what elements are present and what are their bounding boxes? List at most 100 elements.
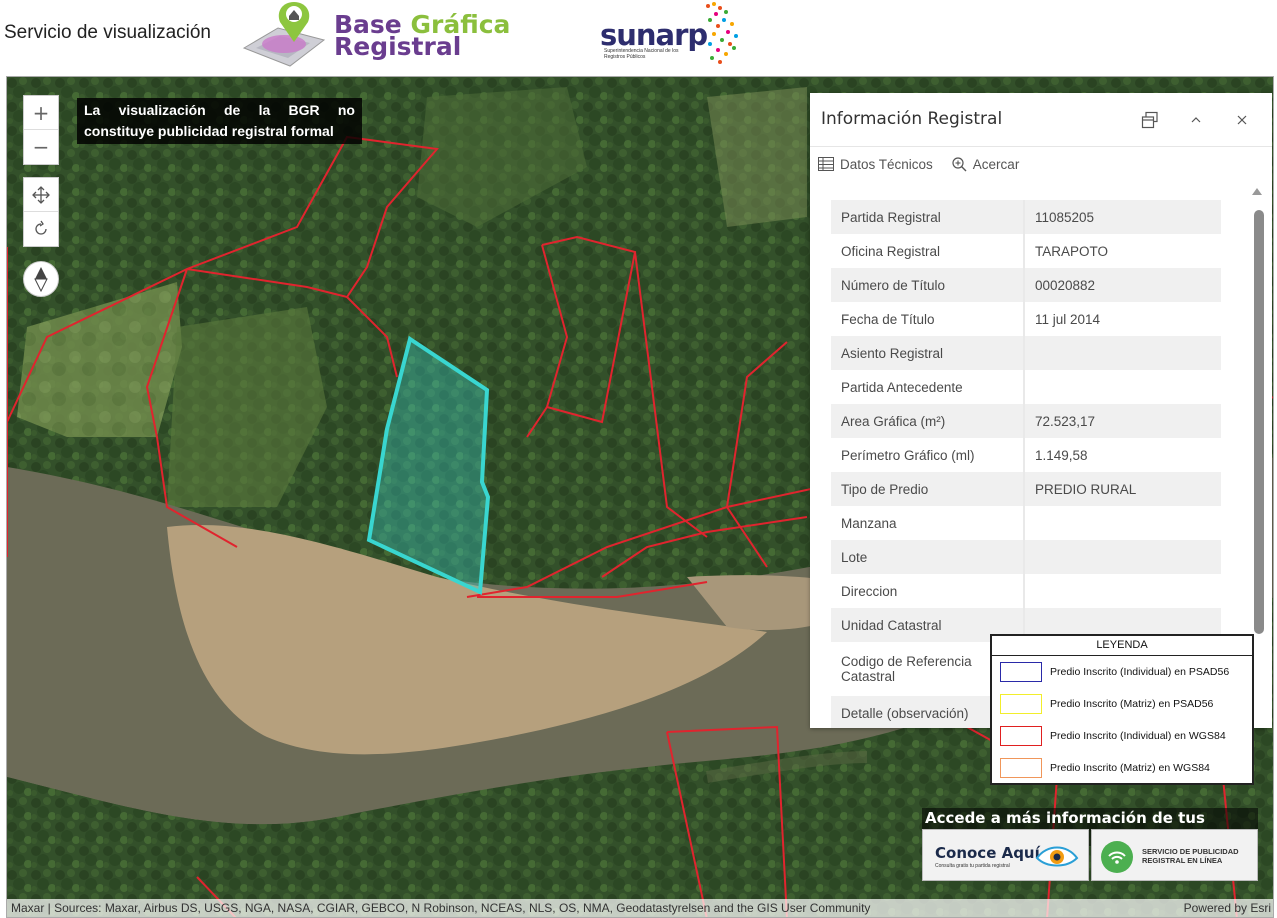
scroll-up-arrow[interactable]	[1252, 188, 1262, 195]
field-value	[1024, 574, 1221, 608]
legend-item: Predio Inscrito (Individual) en WGS84	[992, 720, 1252, 752]
field-value	[1024, 336, 1221, 370]
legend-label: Predio Inscrito (Matriz) en WGS84	[1050, 762, 1210, 774]
rotate-icon	[35, 220, 47, 235]
field-label: Fecha de Título	[831, 302, 1025, 336]
close-button[interactable]	[1222, 105, 1262, 135]
legend-item: Predio Inscrito (Individual) en PSAD56	[992, 656, 1252, 688]
compass-button[interactable]	[23, 261, 59, 297]
bgr-logo-text: Base Gráfica Registral	[334, 12, 510, 61]
table-row: Oficina Registral TARAPOTO	[831, 234, 1221, 268]
spril-wifi-icon	[1101, 841, 1133, 873]
spril-line1: SERVICIO DE PUBLICIDAD	[1142, 847, 1239, 856]
spril-line2: REGISTRAL EN LÍNEA	[1142, 856, 1223, 865]
legend-label: Predio Inscrito (Matriz) en PSAD56	[1050, 698, 1214, 710]
table-row: Manzana	[831, 506, 1221, 540]
app-header: Servicio de visualización Base Gráfica R…	[0, 0, 1277, 72]
attribution-sources: Maxar | Sources: Maxar, Airbus DS, USGS,…	[11, 901, 871, 915]
legend-swatch	[1000, 662, 1042, 682]
field-label: Lote	[831, 540, 1025, 574]
popup-actions	[1130, 105, 1262, 135]
field-value: 72.523,17	[1035, 413, 1096, 429]
table-row: Direccion	[831, 574, 1221, 608]
table-row: Fecha de Título 11 jul 2014	[831, 302, 1221, 336]
map-view[interactable]: + − La visualización de la BGR no consti…	[6, 76, 1274, 918]
field-value: 1.149,58	[1035, 447, 1088, 463]
table-icon	[818, 157, 834, 171]
datos-tecnicos-action[interactable]: Datos Técnicos	[818, 157, 933, 172]
zoom-out-button[interactable]: −	[24, 130, 58, 164]
table-row: Partida Registral 11085205	[831, 200, 1221, 234]
dock-icon	[1141, 111, 1158, 129]
eye-icon	[1035, 846, 1079, 867]
legend-item: Predio Inscrito (Matriz) en WGS84	[992, 752, 1252, 784]
popup-title: Información Registral	[821, 109, 1003, 129]
spril-text: SERVICIO DE PUBLICIDAD REGISTRAL EN LÍNE…	[1142, 847, 1239, 865]
map-legend: LEYENDA Predio Inscrito (Individual) en …	[990, 634, 1254, 785]
map-attribution: Maxar | Sources: Maxar, Airbus DS, USGS,…	[7, 899, 1273, 917]
collapse-button[interactable]	[1176, 105, 1216, 135]
table-row: Area Gráfica (m²) 72.523,17	[831, 404, 1221, 438]
pan-arrows-icon	[32, 185, 50, 204]
bgr-word-registral: Registral	[334, 32, 462, 61]
table-row: Asiento Registral	[831, 336, 1221, 370]
field-label: Partida Antecedente	[831, 370, 1025, 404]
field-label: Asiento Registral	[831, 336, 1025, 370]
legend-label: Predio Inscrito (Individual) en PSAD56	[1050, 666, 1230, 678]
acercar-label: Acercar	[972, 156, 1020, 172]
dock-button[interactable]	[1130, 105, 1170, 135]
chevron-up-icon	[1191, 117, 1201, 123]
datos-tecnicos-label: Datos Técnicos	[840, 156, 933, 172]
sunarp-subtitle: Superintendencia Nacional de los Registr…	[604, 48, 679, 60]
legend-label: Predio Inscrito (Individual) en WGS84	[1050, 730, 1226, 742]
legend-swatch	[1000, 694, 1042, 714]
sunarp-dots-icon	[706, 2, 738, 64]
conoce-aqui-label: Conoce Aquí	[935, 844, 1040, 862]
field-value	[1024, 370, 1221, 404]
navigation-tools	[23, 177, 59, 247]
field-value	[1024, 540, 1221, 574]
field-value: 11085205	[1035, 209, 1095, 225]
page-title: Servicio de visualización	[4, 22, 211, 43]
registral-info-popup: Información Registral Datos Técnicos Ace…	[810, 93, 1272, 728]
legend-item: Predio Inscrito (Matriz) en PSAD56	[992, 688, 1252, 720]
field-label: Area Gráfica (m²)	[831, 404, 1025, 438]
popup-toolbar: Datos Técnicos Acercar	[810, 147, 1272, 181]
table-row: Tipo de Predio PREDIO RURAL	[831, 472, 1221, 506]
field-label: Partida Registral	[831, 200, 1025, 234]
field-value: 11 jul 2014	[1035, 311, 1101, 327]
legend-swatch	[1000, 758, 1042, 778]
zoom-in-button[interactable]: +	[24, 96, 58, 130]
legend-title: LEYENDA	[992, 636, 1252, 656]
acercar-action[interactable]: Acercar	[951, 156, 1020, 172]
field-label: Número de Título	[831, 268, 1025, 302]
table-row: Lote	[831, 540, 1221, 574]
powered-by-esri[interactable]: Powered by Esri	[1184, 901, 1271, 915]
table-row: Número de Título 00020882	[831, 268, 1221, 302]
field-label: Oficina Registral	[831, 234, 1025, 268]
spril-button[interactable]: SERVICIO DE PUBLICIDAD REGISTRAL EN LÍNE…	[1091, 829, 1258, 881]
bgr-map-pin-logo	[242, 2, 326, 67]
field-label: Tipo de Predio	[831, 472, 1025, 506]
pan-button[interactable]	[24, 178, 58, 212]
sunarp-wordmark: sunarp	[600, 18, 708, 52]
field-label: Direccion	[831, 574, 1025, 608]
field-value: PREDIO RURAL	[1035, 481, 1137, 497]
scrollbar-thumb[interactable]	[1254, 210, 1264, 634]
field-value: 00020882	[1035, 277, 1096, 293]
disclaimer-notice: La visualización de la BGR no constituye…	[77, 98, 362, 144]
sunarp-logo: sunarp Superintendencia Nacional de los …	[600, 0, 740, 68]
legend-swatch	[1000, 726, 1042, 746]
close-icon	[1237, 115, 1247, 125]
conoce-aqui-subtitle: Consulta gratis tu partida registral	[935, 863, 1010, 869]
compass-icon	[34, 267, 48, 292]
field-label: Manzana	[831, 506, 1025, 540]
field-label: Perímetro Gráfico (ml)	[831, 438, 1025, 472]
promo-buttons: Conoce Aquí Consulta gratis tu partida r…	[922, 829, 1258, 881]
popup-header: Información Registral	[810, 93, 1272, 147]
conoce-aqui-button[interactable]: Conoce Aquí Consulta gratis tu partida r…	[922, 829, 1089, 881]
field-value: TARAPOTO	[1035, 243, 1109, 259]
zoom-controls: + −	[23, 95, 59, 165]
rotate-button[interactable]	[24, 212, 58, 246]
field-value	[1024, 506, 1221, 540]
